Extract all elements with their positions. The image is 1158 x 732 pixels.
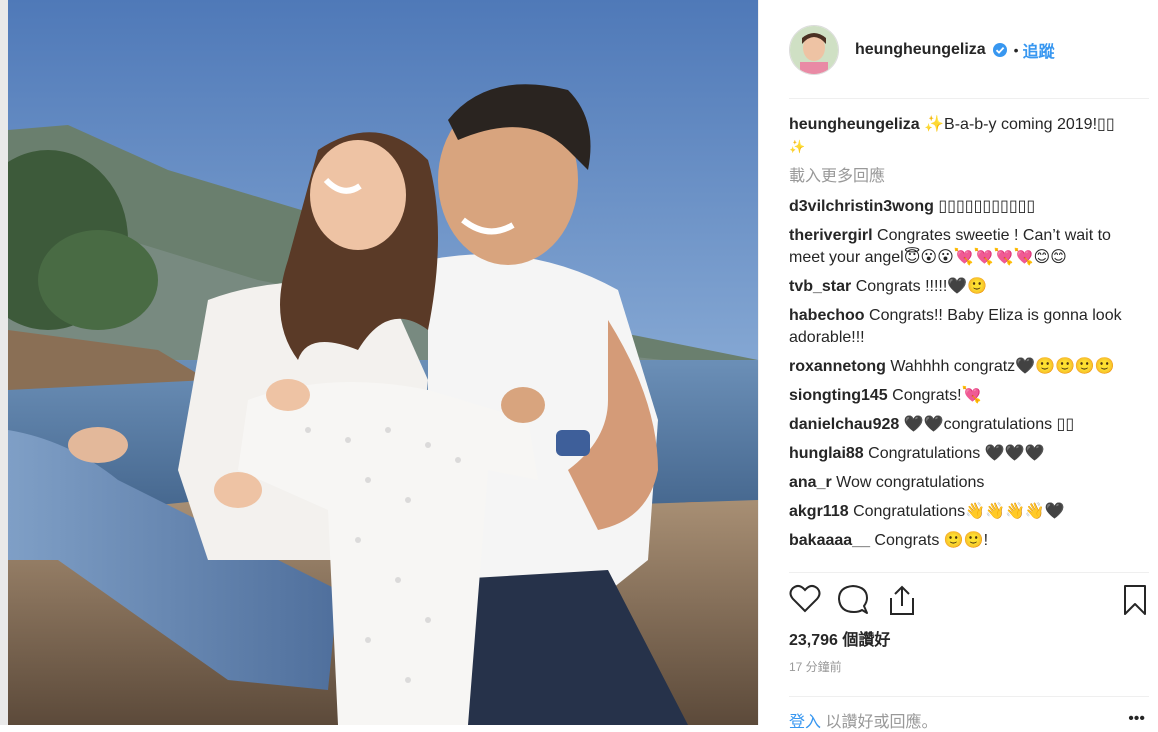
sparkle-icon: ✨ [789, 139, 806, 154]
post-username[interactable]: heungheungeliza [855, 41, 986, 59]
post-caption: heungheungeliza ✨B-a-b-y coming 2019!▯▯ … [789, 114, 1129, 158]
footer-divider [789, 696, 1149, 697]
comment-item: hunglai88 Congratulations 🖤🖤🖤 [789, 443, 1129, 465]
comment-text: Congratulations 🖤🖤🖤 [868, 445, 1045, 462]
comment-text: 🖤🖤congratulations ▯▯ [903, 416, 1075, 433]
login-prompt: 登入 以讚好或回應。 [789, 708, 937, 732]
likes-count[interactable]: 23,796 個讚好 [789, 626, 890, 650]
comment-text: Congrats!💘 [892, 387, 982, 404]
comment-item: bakaaaa__ Congrats 🙂🙂! [789, 530, 1129, 552]
more-options-button[interactable]: ••• [1128, 710, 1145, 728]
login-link[interactable]: 登入 [789, 714, 821, 731]
comment-bubble-icon[interactable] [837, 584, 869, 616]
comment-item: siongting145 Congrats!💘 [789, 385, 1129, 407]
comment-username[interactable]: bakaaaa__ [789, 532, 870, 549]
comment-text: Congrats !!!!!🖤🙂 [855, 278, 988, 295]
bookmark-icon[interactable] [1122, 584, 1148, 616]
comments-divider [789, 572, 1149, 573]
avatar-image [790, 26, 838, 74]
action-bar [789, 584, 1146, 616]
comment-username[interactable]: therivergirl [789, 227, 873, 244]
caption-text: ✨B-a-b-y coming 2019!▯▯ [924, 116, 1115, 133]
comment-text: Wahhhh congratz🖤🙂🙂🙂🙂 [890, 358, 1115, 375]
post-header: heungheungeliza • 追蹤 [789, 24, 1147, 76]
comment-item: roxannetong Wahhhh congratz🖤🙂🙂🙂🙂 [789, 356, 1129, 378]
comment-username[interactable]: roxannetong [789, 358, 886, 375]
comment-username[interactable]: hunglai88 [789, 445, 864, 462]
share-upload-icon[interactable] [887, 584, 917, 616]
comment-item: akgr118 Congratulations👋👋👋👋🖤 [789, 501, 1129, 523]
comment-username[interactable]: siongting145 [789, 387, 888, 404]
comment-text: Congratulations👋👋👋👋🖤 [853, 503, 1065, 520]
window-edge [0, 0, 8, 725]
load-more-comments-link[interactable]: 載入更多回應 [789, 166, 1129, 188]
comment-item: d3vilchristin3wong ▯▯▯▯▯▯▯▯▯▯▯ [789, 196, 1129, 218]
comment-item: habechoo Congrats!! Baby Eliza is gonna … [789, 305, 1129, 349]
comment-item: tvb_star Congrats !!!!!🖤🙂 [789, 276, 1129, 298]
comment-text: Wow congratulations [836, 474, 985, 491]
comment-username[interactable]: ana_r [789, 474, 832, 491]
comment-item: therivergirl Congrates sweetie ! Can’t w… [789, 225, 1129, 269]
comment-text: Congrats 🙂🙂! [874, 532, 989, 549]
comment-username[interactable]: d3vilchristin3wong [789, 198, 934, 215]
post-image [8, 0, 758, 725]
comment-username[interactable]: danielchau928 [789, 416, 899, 433]
post-timestamp[interactable]: 17 分鐘前 [789, 658, 842, 675]
comment-text: ▯▯▯▯▯▯▯▯▯▯▯ [938, 198, 1036, 215]
separator-dot: • [1013, 42, 1019, 58]
comment-item: ana_r Wow congratulations [789, 472, 1129, 494]
verified-badge-icon [992, 43, 1007, 57]
header-divider [789, 98, 1149, 99]
comment-username[interactable]: akgr118 [789, 503, 849, 520]
comment-username[interactable]: habechoo [789, 307, 865, 324]
comment-item: danielchau928 🖤🖤congratulations ▯▯ [789, 414, 1129, 436]
caption-username[interactable]: heungheungeliza [789, 116, 920, 133]
post-photo [8, 0, 758, 725]
login-prompt-text: 以讚好或回應。 [825, 714, 938, 731]
avatar[interactable] [789, 25, 839, 75]
comment-username[interactable]: tvb_star [789, 278, 851, 295]
follow-button[interactable]: 追蹤 [1023, 38, 1055, 62]
heart-outline-icon[interactable] [789, 584, 821, 614]
comments-list: heungheungeliza ✨B-a-b-y coming 2019!▯▯ … [789, 114, 1129, 559]
post-panel: heungheungeliza • 追蹤 heungheungeliza ✨B-… [758, 0, 1158, 731]
